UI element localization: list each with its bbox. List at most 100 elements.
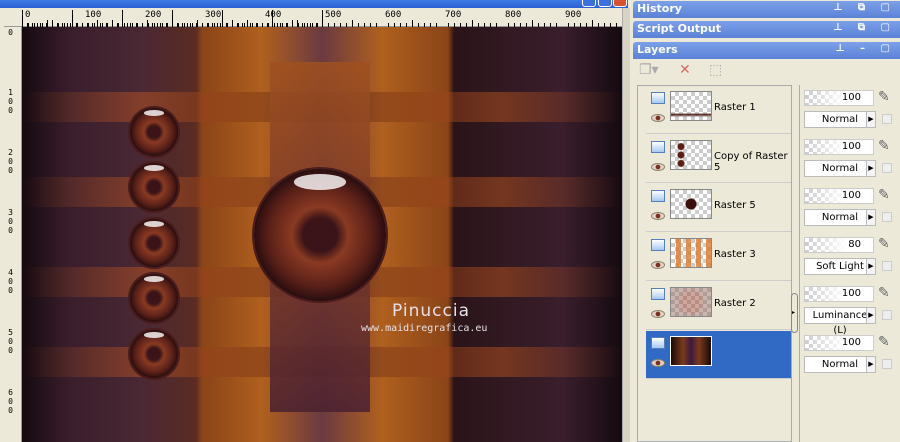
minimize-button[interactable]	[582, 0, 596, 7]
ruler-label: 400	[265, 10, 282, 20]
layer-type-icon	[651, 288, 665, 300]
horizontal-ruler: 0 100 200 300 400 500 600 700 800 900	[4, 9, 626, 27]
pin-icon[interactable]: ⊥ – ▢	[835, 43, 896, 54]
ruler-label: 200	[6, 148, 15, 175]
blend-dropdown-arrow-icon[interactable]: ▶	[866, 160, 876, 177]
layer-properties-row: 100 ✎ Normal ▶	[802, 184, 900, 232]
pin-icon[interactable]: ⊥ ⧉ ▢	[833, 2, 896, 13]
ruler-tick	[52, 20, 53, 27]
maximize-button[interactable]	[598, 0, 612, 7]
edit-selection-icon[interactable]: ⬚	[709, 62, 729, 80]
layer-row[interactable]	[646, 331, 791, 379]
layer-thumbnail	[670, 189, 712, 219]
visibility-eye-icon[interactable]	[651, 212, 665, 220]
small-orb	[130, 163, 178, 211]
ruler-tick	[247, 20, 248, 27]
layer-properties-row: 100 ✎ Normal ▶	[802, 86, 900, 134]
blend-dropdown-arrow-icon[interactable]: ▶	[866, 356, 876, 373]
brush-icon[interactable]: ✎	[878, 138, 890, 154]
layer-properties-row: 100 ✎ Luminance (L) ▶	[802, 282, 900, 336]
layer-thumbnail	[670, 336, 712, 366]
lock-icon[interactable]	[882, 359, 892, 369]
layer-name: Raster 5	[714, 200, 756, 211]
script-output-panel-title[interactable]: Script Output ⊥ ⧉ ▢	[633, 21, 900, 38]
ruler-label: 500	[325, 10, 342, 20]
script-output-label: Script Output	[637, 22, 722, 35]
layer-type-icon	[651, 141, 665, 153]
pin-icon[interactable]: ⊥ ⧉ ▢	[833, 22, 896, 33]
blend-dropdown-arrow-icon[interactable]: ▶	[866, 258, 876, 275]
ruler-label: 500	[6, 328, 15, 355]
history-panel-title[interactable]: History ⊥ ⧉ ▢	[633, 1, 900, 18]
canvas-scrollbar[interactable]	[622, 8, 630, 442]
layers-list: Raster 1 Copy of Raster 5 Raster 5 Raster 3…	[637, 85, 792, 442]
visibility-eye-icon[interactable]	[651, 359, 665, 367]
blend-dropdown-arrow-icon[interactable]: ▶	[866, 209, 876, 226]
ruler-tick	[197, 20, 198, 27]
layer-row[interactable]: Raster 3	[646, 233, 791, 281]
layer-row[interactable]: Copy of Raster 5	[646, 135, 791, 183]
layers-toolbar: ❐▾ ✕ ⬚	[633, 58, 900, 84]
history-label: History	[637, 2, 682, 15]
ruler-tick	[472, 20, 473, 27]
layers-panel-title[interactable]: Layers ⊥ – ▢	[633, 42, 900, 59]
layer-row[interactable]: Raster 2	[646, 282, 791, 330]
opacity-slider[interactable]: 100	[804, 286, 874, 302]
small-orb	[130, 219, 178, 267]
brush-icon[interactable]: ✎	[878, 285, 890, 301]
visibility-eye-icon[interactable]	[651, 261, 665, 269]
ruler-tick	[22, 10, 23, 27]
layer-name: Raster 2	[714, 298, 756, 309]
lock-icon[interactable]	[882, 114, 892, 124]
visibility-eye-icon[interactable]	[651, 163, 665, 171]
ruler-tick	[222, 10, 223, 27]
layer-thumbnail	[670, 91, 712, 121]
watermark-name: Pinuccia	[392, 301, 470, 321]
opacity-slider[interactable]: 100	[804, 90, 874, 106]
panel-splitter[interactable]: ▸	[791, 293, 798, 333]
blend-dropdown-arrow-icon[interactable]: ▶	[866, 111, 876, 128]
layer-name: Copy of Raster 5	[714, 151, 788, 173]
ruler-tick	[232, 20, 233, 27]
ruler-label: 400	[6, 268, 15, 295]
layer-name: Raster 3	[714, 249, 756, 260]
lock-icon[interactable]	[882, 310, 892, 320]
brush-icon[interactable]: ✎	[878, 236, 890, 252]
vertical-ruler: 0 100 200 300 400 500 600	[4, 27, 22, 442]
layer-thumbnail	[670, 287, 712, 317]
watermark-url: www.maidiregrafica.eu	[361, 323, 488, 334]
ruler-label: 0	[25, 10, 31, 20]
layer-type-icon	[651, 337, 665, 349]
visibility-eye-icon[interactable]	[651, 310, 665, 318]
image-canvas[interactable]: Pinuccia www.maidiregrafica.eu	[22, 27, 622, 442]
small-orb	[130, 108, 178, 156]
ruler-tick	[122, 10, 123, 27]
layer-row[interactable]: Raster 5	[646, 184, 791, 232]
lock-icon[interactable]	[882, 261, 892, 271]
lock-icon[interactable]	[882, 212, 892, 222]
layer-type-icon	[651, 92, 665, 104]
lock-icon[interactable]	[882, 163, 892, 173]
ruler-label: 300	[205, 10, 222, 20]
ruler-label: 800	[505, 10, 522, 20]
ruler-label: 600	[385, 10, 402, 20]
blend-dropdown-arrow-icon[interactable]: ▶	[866, 307, 876, 324]
ruler-tick	[97, 20, 98, 27]
center-orb	[254, 169, 386, 301]
visibility-eye-icon[interactable]	[651, 114, 665, 122]
layer-row[interactable]: Raster 1	[646, 86, 791, 134]
opacity-slider[interactable]: 100	[804, 335, 874, 351]
opacity-slider[interactable]: 80	[804, 237, 874, 253]
brush-icon[interactable]: ✎	[878, 187, 890, 203]
brush-icon[interactable]: ✎	[878, 334, 890, 350]
brush-icon[interactable]: ✎	[878, 89, 890, 105]
new-layer-icon[interactable]: ❐▾	[639, 62, 659, 80]
ruler-tick	[292, 20, 293, 27]
small-orb	[130, 274, 178, 322]
ruler-label: 700	[445, 10, 462, 20]
delete-layer-icon[interactable]: ✕	[679, 62, 699, 80]
close-button[interactable]	[613, 0, 627, 7]
ruler-tick	[352, 20, 353, 27]
opacity-slider[interactable]: 100	[804, 139, 874, 155]
opacity-slider[interactable]: 100	[804, 188, 874, 204]
